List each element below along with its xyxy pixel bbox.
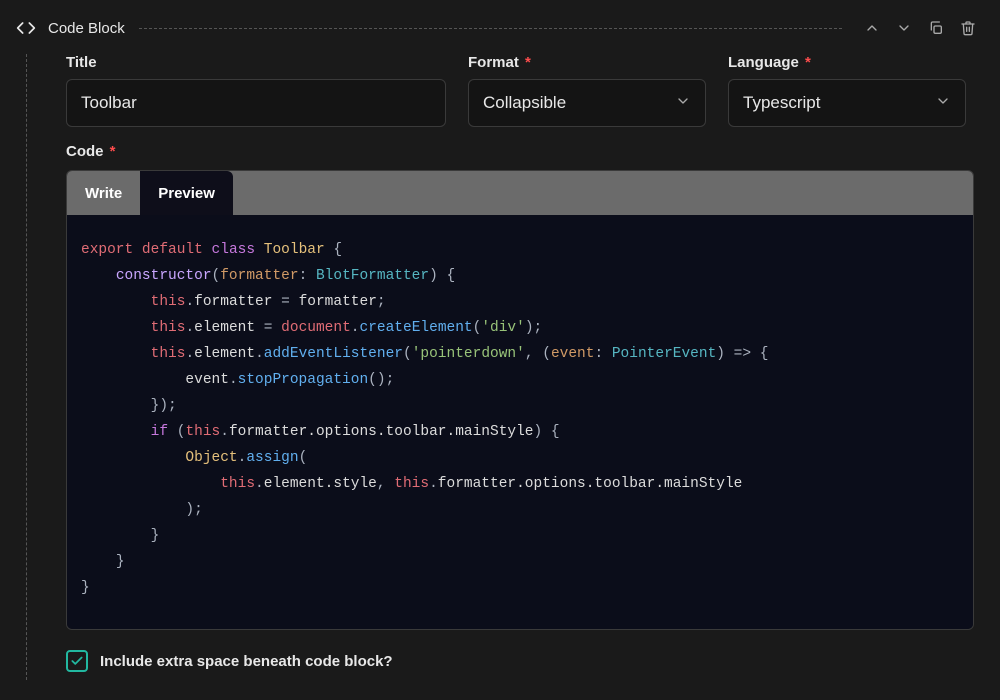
duplicate-button[interactable] <box>924 16 948 40</box>
title-input[interactable] <box>66 79 446 127</box>
extra-space-checkbox[interactable] <box>66 650 88 672</box>
extra-space-label: Include extra space beneath code block? <box>100 653 393 670</box>
delete-button[interactable] <box>956 16 980 40</box>
language-select[interactable]: Typescript <box>728 79 966 127</box>
format-select[interactable]: Collapsible <box>468 79 706 127</box>
collapse-up-button[interactable] <box>860 16 884 40</box>
code-preview: export default class Toolbar { construct… <box>67 215 973 629</box>
code-panel: Write Preview export default class Toolb… <box>66 170 974 630</box>
block-type-label: Code Block <box>48 20 125 37</box>
tab-strip: Write Preview <box>67 171 973 215</box>
format-select-value: Collapsible <box>483 93 566 113</box>
tab-preview[interactable]: Preview <box>140 171 233 215</box>
language-label: Language * <box>728 54 966 71</box>
code-icon <box>16 18 36 38</box>
header-divider <box>139 28 842 29</box>
expand-down-button[interactable] <box>892 16 916 40</box>
tree-guide-line <box>16 54 44 680</box>
language-select-value: Typescript <box>743 93 820 113</box>
tab-write[interactable]: Write <box>67 171 140 215</box>
chevron-down-icon <box>935 93 951 114</box>
code-label: Code * <box>66 143 116 160</box>
title-label: Title <box>66 54 446 71</box>
format-label: Format * <box>468 54 706 71</box>
chevron-down-icon <box>675 93 691 114</box>
